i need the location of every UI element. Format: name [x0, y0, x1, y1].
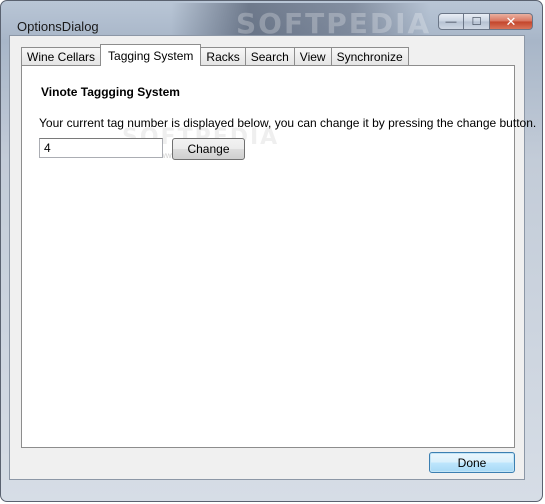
tab-tagging-system[interactable]: Tagging System [100, 44, 202, 66]
minimize-button[interactable]: — [438, 13, 464, 30]
tab-strip: Wine Cellars Tagging System Racks Search… [21, 44, 409, 66]
close-icon: ✕ [505, 13, 517, 29]
tag-number-input[interactable] [39, 138, 163, 158]
caption-buttons: — ☐ ✕ [438, 13, 533, 30]
tab-search[interactable]: Search [244, 47, 295, 66]
tab-synchronize[interactable]: Synchronize [330, 47, 409, 66]
minimize-icon: — [445, 15, 457, 28]
options-dialog-window: SOFTPEDIA OptionsDialog — ☐ ✕ Wine Cella… [0, 0, 543, 502]
dialog-client-area: Wine Cellars Tagging System Racks Search… [9, 35, 536, 480]
tab-wine-cellars[interactable]: Wine Cellars [21, 47, 102, 66]
close-button[interactable]: ✕ [490, 13, 533, 30]
tagging-system-page: Vinote Taggging System Your current tag … [21, 65, 536, 448]
page-heading: Vinote Taggging System [41, 85, 180, 99]
done-button[interactable]: Done [429, 452, 515, 473]
tag-description: Your current tag number is displayed bel… [39, 116, 537, 130]
window-title: OptionsDialog [17, 19, 99, 34]
tab-view[interactable]: View [293, 47, 332, 66]
maximize-button[interactable]: ☐ [464, 13, 490, 30]
change-button[interactable]: Change [172, 138, 245, 160]
maximize-icon: ☐ [471, 16, 482, 28]
tab-racks[interactable]: Racks [200, 47, 246, 66]
